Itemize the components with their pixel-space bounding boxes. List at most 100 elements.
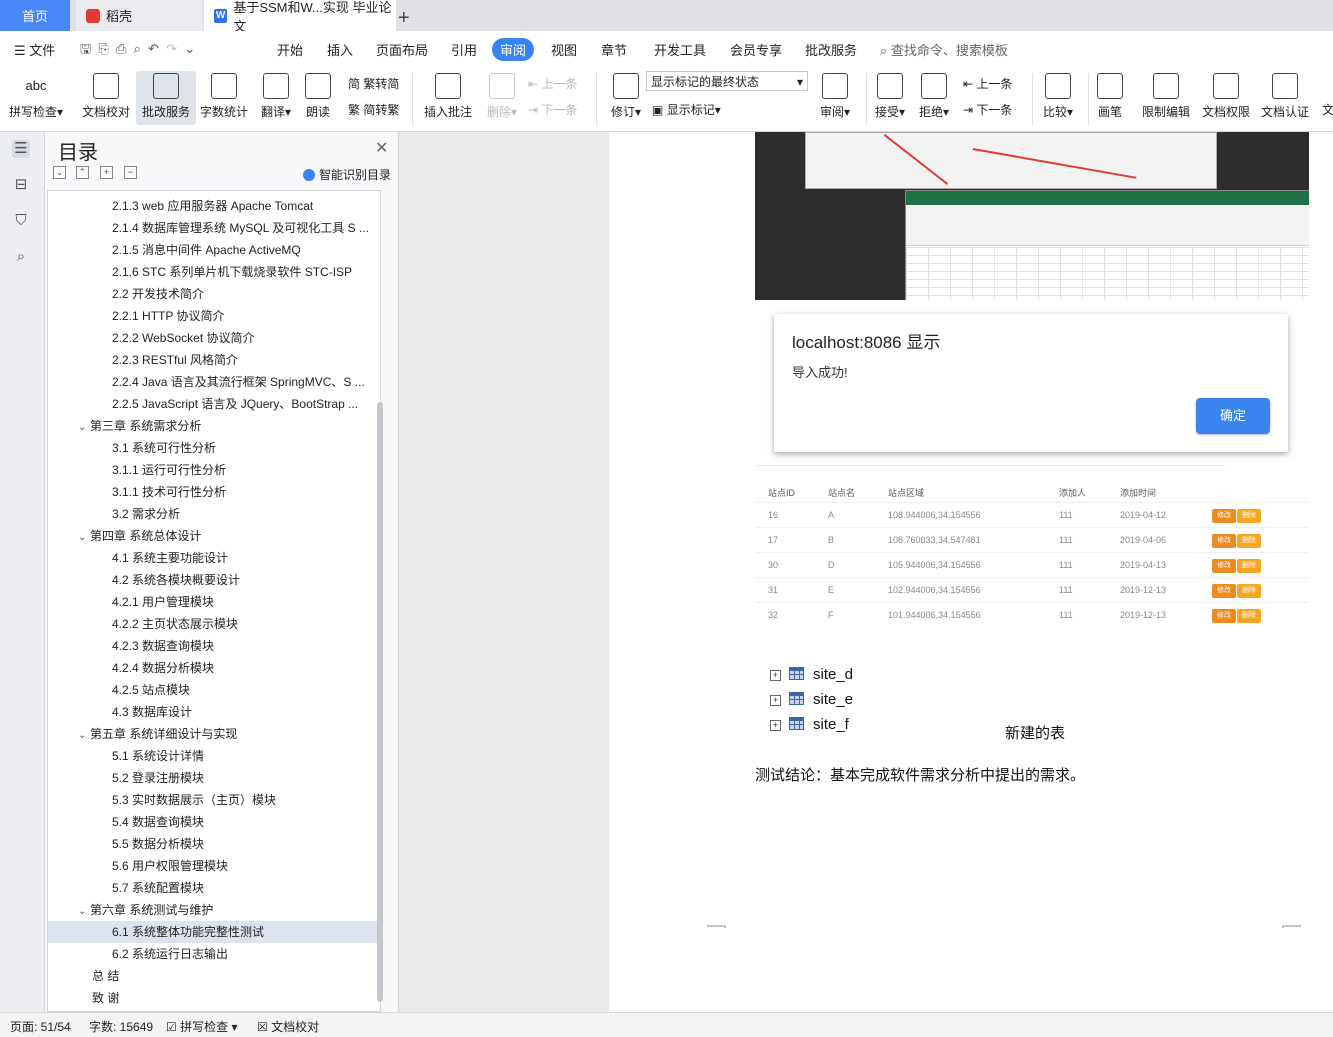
toc-icon[interactable]: ☰	[12, 140, 30, 158]
file-menu[interactable]: ☰ 文件	[14, 40, 55, 59]
review-pane-button[interactable]: 审阅▾	[805, 71, 865, 125]
menu-developer[interactable]: 开发工具	[654, 40, 706, 59]
toc-scrollbar[interactable]	[377, 402, 383, 1002]
toc-item[interactable]: 5.6 用户权限管理模块	[48, 855, 378, 877]
restrict-edit-button[interactable]: 限制编辑	[1136, 71, 1196, 125]
chevron-down-icon[interactable]: ⌄	[78, 725, 90, 745]
delete-comment-button[interactable]: 删除▾	[472, 71, 532, 125]
menu-review[interactable]: 审阅	[492, 38, 535, 61]
markup-state-select[interactable]: 显示标记的最终状态 ▾	[646, 71, 808, 91]
toc-item[interactable]: 5.7 系统配置模块	[48, 877, 378, 899]
customize-chevron-icon[interactable]: ⌄	[184, 41, 195, 56]
next-comment-button[interactable]: ⇥ 下一条	[528, 101, 577, 118]
toc-item[interactable]: ⌄ 第四章 系统总体设计	[48, 525, 378, 547]
prev-change-button[interactable]: ⇤ 上一条	[963, 75, 1012, 92]
close-icon[interactable]: ✕	[375, 138, 388, 158]
export-pdf-icon[interactable]: ⎘	[98, 41, 108, 56]
word-count-button[interactable]: 字数统计	[194, 71, 254, 125]
delete-button[interactable]: 删除	[1237, 609, 1261, 623]
toc-item[interactable]: ⌄ 第五章 系统详细设计与实现	[48, 723, 378, 745]
chevron-down-icon[interactable]: ⌄	[78, 527, 90, 547]
new-tab-button[interactable]: +	[398, 3, 410, 34]
search-icon[interactable]: ⌕	[12, 248, 30, 266]
toc-item[interactable]: 3.1 系统可行性分析	[48, 437, 378, 459]
toc-item[interactable]: 4.3 数据库设计	[48, 701, 378, 723]
edit-button[interactable]: 修改	[1212, 609, 1236, 623]
smart-toc-button[interactable]: 智能识别目录	[303, 166, 391, 183]
page-indicator[interactable]: 页面: 51/54	[10, 1018, 71, 1035]
toc-item[interactable]: 4.2.1 用户管理模块	[48, 591, 378, 613]
delete-button[interactable]: 删除	[1237, 559, 1261, 573]
toc-item[interactable]: 2.2.5 JavaScript 语言及 JQuery、BootStrap ..…	[48, 393, 378, 415]
toc-item[interactable]: 2.2.2 WebSocket 协议简介	[48, 327, 378, 349]
menu-view[interactable]: 视图	[551, 40, 577, 59]
edit-button[interactable]: 修改	[1212, 559, 1236, 573]
menu-start[interactable]: 开始	[277, 40, 303, 59]
table-node-site-d[interactable]: + site_d	[770, 666, 853, 688]
tab-daoke[interactable]: 稻壳	[76, 0, 202, 31]
doc-permission-button[interactable]: 文档权限	[1196, 71, 1256, 125]
insert-comment-button[interactable]: 插入批注	[418, 71, 478, 125]
menu-references[interactable]: 引用	[451, 40, 477, 59]
delete-button[interactable]: 删除	[1237, 509, 1261, 523]
print-icon[interactable]: ⎙	[116, 41, 126, 56]
trad-to-simp-button[interactable]: 简 繁转简	[348, 75, 399, 92]
toc-item[interactable]: 3.1.1 技术可行性分析	[48, 481, 378, 503]
toc-item[interactable]: 2.2.1 HTTP 协议简介	[48, 305, 378, 327]
chevron-down-icon[interactable]: ⌄	[78, 417, 90, 437]
toc-item[interactable]: 2.1.6 STC 系列单片机下载烧录软件 STC-ISP	[48, 261, 378, 283]
command-search[interactable]: ⌕ 查找命令、搜索模板	[880, 40, 1008, 59]
compare-button[interactable]: 比较▾	[1028, 71, 1088, 125]
alert-ok-button[interactable]: 确定	[1196, 398, 1270, 434]
status-proof[interactable]: ☒ 文档校对	[257, 1018, 319, 1035]
toc-item[interactable]: 3.2 需求分析	[48, 503, 378, 525]
menu-insert[interactable]: 插入	[327, 40, 353, 59]
simp-to-trad-button[interactable]: 繁 简转繁	[348, 101, 399, 118]
show-markup-button[interactable]: ▣ 显示标记▾	[652, 101, 721, 118]
status-spellcheck[interactable]: ☑ 拼写检查 ▾	[166, 1018, 237, 1035]
next-change-button[interactable]: ⇥ 下一条	[963, 101, 1012, 118]
read-aloud-button[interactable]: 朗读	[288, 71, 348, 125]
toc-item[interactable]: 4.2.4 数据分析模块	[48, 657, 378, 679]
more-ribbon-button[interactable]: 文	[1322, 101, 1333, 118]
save-icon[interactable]: 🖫	[80, 41, 91, 56]
collapse-all-icon[interactable]: ⌄	[53, 166, 66, 179]
toc-item[interactable]: 致 谢	[48, 987, 378, 1009]
toc-item[interactable]: 6.2 系统运行日志输出	[48, 943, 378, 965]
toc-item[interactable]: 3.1.1 运行可行性分析	[48, 459, 378, 481]
delete-button[interactable]: 删除	[1237, 534, 1261, 548]
toc-item[interactable]: 6.1 系统整体功能完整性测试	[48, 921, 378, 943]
chapter-nav-icon[interactable]: ⊟	[12, 176, 30, 194]
toc-item[interactable]: 5.3 实时数据展示（主页）模块	[48, 789, 378, 811]
bookmark-icon[interactable]: ⛉	[12, 212, 30, 230]
menu-member[interactable]: 会员专享	[730, 40, 782, 59]
doc-cert-button[interactable]: 文档认证	[1255, 71, 1315, 125]
undo-icon[interactable]: ↶	[148, 41, 159, 56]
toc-item[interactable]: 2.1.3 web 应用服务器 Apache Tomcat	[48, 195, 378, 217]
doc-proof-button[interactable]: 文档校对	[76, 71, 136, 125]
toc-item[interactable]: 4.2 系统各模块概要设计	[48, 569, 378, 591]
toc-item[interactable]: 2.2.3 RESTful 风格简介	[48, 349, 378, 371]
grading-service-button[interactable]: 批改服务	[136, 71, 196, 125]
table-node-site-e[interactable]: + site_e	[770, 691, 853, 713]
toc-item[interactable]: 5.5 数据分析模块	[48, 833, 378, 855]
add-heading-icon[interactable]: +	[100, 166, 113, 179]
toc-item[interactable]: 4.1 系统主要功能设计	[48, 547, 378, 569]
toc-item[interactable]: 2.2 开发技术简介	[48, 283, 378, 305]
table-node-site-f[interactable]: + site_f	[770, 716, 849, 738]
toc-item[interactable]: 4.2.3 数据查询模块	[48, 635, 378, 657]
pen-button[interactable]: 画笔	[1080, 71, 1140, 125]
menu-chapter[interactable]: 章节	[601, 40, 627, 59]
expand-up-icon[interactable]: ⌃	[76, 166, 89, 179]
tab-document[interactable]: W 基于SSM和W...实现 毕业论文	[204, 0, 396, 34]
toc-item[interactable]: 总 结	[48, 965, 378, 987]
menu-grading[interactable]: 批改服务	[805, 40, 857, 59]
toc-item[interactable]: 2.1.5 消息中间件 Apache ActiveMQ	[48, 239, 378, 261]
edit-button[interactable]: 修改	[1212, 509, 1236, 523]
spellcheck-button[interactable]: abc 拼写检查▾	[6, 71, 66, 125]
toc-item[interactable]: ⌄ 第六章 系统测试与维护	[48, 899, 378, 921]
remove-heading-icon[interactable]: −	[124, 166, 137, 179]
toc-item[interactable]: 2.1.4 数据库管理系统 MySQL 及可视化工具 S ...	[48, 217, 378, 239]
edit-button[interactable]: 修改	[1212, 534, 1236, 548]
redo-icon[interactable]: ↷	[166, 41, 177, 56]
